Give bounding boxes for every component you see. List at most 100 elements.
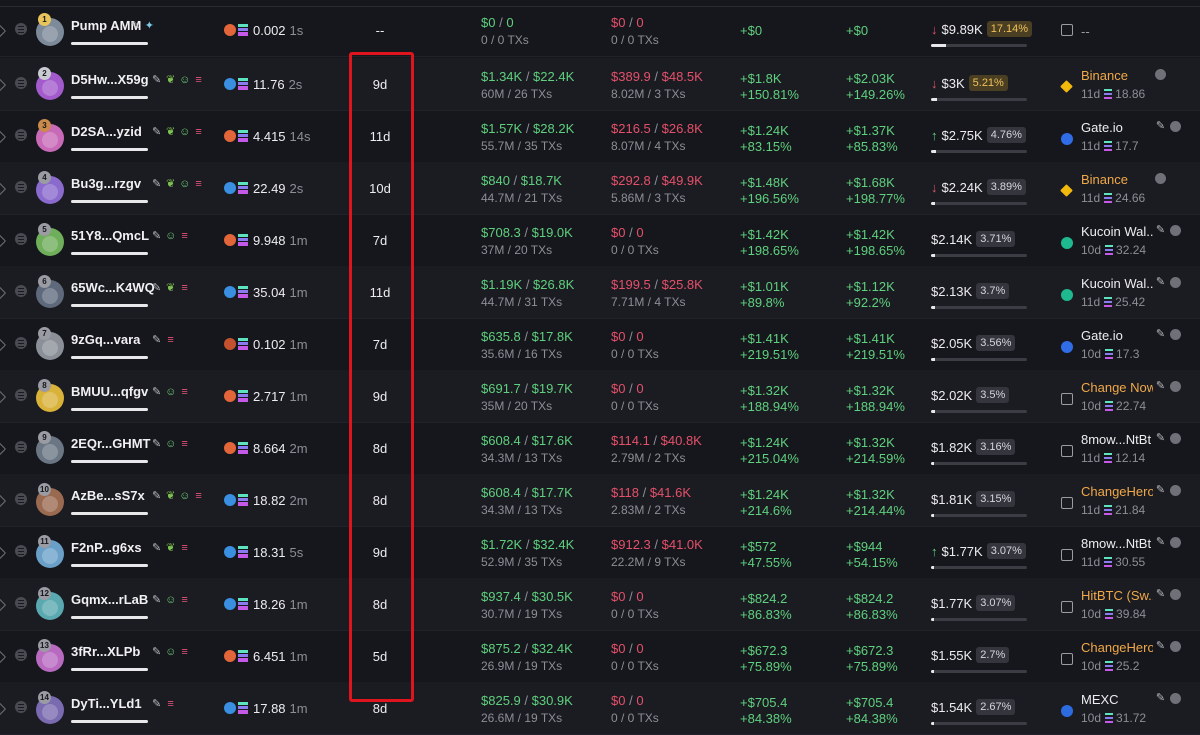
info-icon[interactable] (1155, 69, 1166, 80)
filter-icon[interactable] (0, 129, 7, 145)
filter-icon[interactable] (0, 389, 7, 405)
table-row[interactable]: 12 Gqmx...rLaB ✎ ☺ ≡ 18.26 1m 8d $937.4 / $30.5K… (0, 578, 1200, 631)
pencil-icon[interactable]: ✎ (130, 20, 141, 32)
table-row[interactable]: 10 AzBe...sS7x ✎ ❦ ☺ ≡ 18.82 2m 8d $608.4 / $17.7… (0, 474, 1200, 527)
menu-icon[interactable] (15, 701, 27, 713)
table-row[interactable]: 9 2EQr...GHMT ✎ ☺ ≡ 8.664 2m 8d $608.4 / $17.6K 3… (0, 422, 1200, 475)
funding-source[interactable]: Gate.io (1081, 120, 1123, 135)
funding-source[interactable]: Binance (1081, 172, 1128, 187)
pencil-icon[interactable]: ✎ (151, 698, 162, 710)
filter-icon[interactable] (0, 597, 7, 613)
menu-icon[interactable] (15, 285, 27, 297)
wallet-name[interactable]: Bu3g...rzgv (71, 176, 141, 191)
menu-icon[interactable] (15, 337, 27, 349)
pencil-icon[interactable]: ✎ (151, 178, 162, 190)
wallet-name[interactable]: D5Hw...X59g (71, 72, 149, 87)
wallet-name[interactable]: AzBe...sS7x (71, 488, 145, 503)
filter-icon[interactable] (0, 701, 7, 717)
wallet-name[interactable]: BMUU...qfgv (71, 384, 148, 399)
menu-icon[interactable] (15, 233, 27, 245)
info-icon[interactable] (1170, 225, 1181, 236)
table-row[interactable]: 3 D2SA...yzid ✎ ❦ ☺ ≡ 4.415 14s 11d $1.57K / $28.… (0, 110, 1200, 163)
menu-icon[interactable] (15, 77, 27, 89)
wallet-name[interactable]: DyTi...YLd1 (71, 696, 142, 711)
wallet-name[interactable]: 65Wc...K4WQ (71, 280, 155, 295)
table-row[interactable]: 13 3fRr...XLPb ✎ ☺ ≡ 6.451 1m 5d $875.2 / $32.4K… (0, 630, 1200, 683)
info-icon[interactable] (1170, 485, 1181, 496)
table-row[interactable]: 4 Bu3g...rzgv ✎ ❦ ☺ ≡ 22.49 2s 10d $840 / $18.7K 4… (0, 162, 1200, 215)
filter-icon[interactable] (0, 493, 7, 509)
table-row[interactable]: 1 Pump AMM ✎ ✦ 0.002 1s -- $0 / 00 / 0 TXs $0 / … (0, 4, 1200, 57)
info-icon[interactable] (1170, 329, 1181, 340)
pencil-icon[interactable]: ✎ (1155, 641, 1166, 652)
table-row[interactable]: 5 51Y8...QmcL ✎ ☺ ≡ 9.948 1m 7d $708.3 / $19.0K 3… (0, 214, 1200, 267)
menu-icon[interactable] (15, 493, 27, 505)
pencil-icon[interactable]: ✎ (1155, 485, 1166, 496)
filter-icon[interactable] (0, 77, 7, 93)
wallet-name[interactable]: 3fRr...XLPb (71, 644, 140, 659)
pencil-icon[interactable]: ✎ (151, 542, 162, 554)
funding-source[interactable]: 8mow...NtBt (1081, 536, 1151, 551)
filter-icon[interactable] (0, 545, 7, 561)
info-icon[interactable] (1170, 433, 1181, 444)
info-icon[interactable] (1170, 589, 1181, 600)
funding-source[interactable]: ChangeHero (1081, 484, 1153, 499)
pencil-icon[interactable]: ✎ (1155, 329, 1166, 340)
info-icon[interactable] (1170, 121, 1181, 132)
menu-icon[interactable] (15, 23, 27, 35)
pencil-icon[interactable]: ✎ (1155, 693, 1166, 704)
table-row[interactable]: 6 65Wc...K4WQ ✎ ❦ ≡ 35.04 1m 11d $1.19K / $26.8K… (0, 266, 1200, 319)
table-row[interactable]: 7 9zGq...vara ✎ ≡ 0.102 1m 7d $635.8 / $17.8K 35… (0, 318, 1200, 371)
pencil-icon[interactable]: ✎ (151, 438, 162, 450)
info-icon[interactable] (1170, 381, 1181, 392)
pencil-icon[interactable]: ✎ (1155, 381, 1166, 392)
funding-source[interactable]: HitBTC (Sw... (1081, 588, 1153, 603)
filter-icon[interactable] (0, 649, 7, 665)
wallet-name[interactable]: 9zGq...vara (71, 332, 140, 347)
menu-icon[interactable] (15, 597, 27, 609)
filter-icon[interactable] (0, 181, 7, 197)
pencil-icon[interactable]: ✎ (1155, 589, 1166, 600)
pencil-icon[interactable]: ✎ (151, 490, 162, 502)
funding-source[interactable]: ChangeHero (1081, 640, 1153, 655)
funding-source[interactable]: 8mow...NtBt (1081, 432, 1151, 447)
info-icon[interactable] (1170, 537, 1181, 548)
filter-icon[interactable] (0, 23, 7, 39)
pencil-icon[interactable]: ✎ (1155, 121, 1166, 132)
info-icon[interactable] (1170, 641, 1181, 652)
filter-icon[interactable] (0, 233, 7, 249)
menu-icon[interactable] (15, 389, 27, 401)
funding-source[interactable]: Kucoin Wal... (1081, 224, 1153, 239)
info-icon[interactable] (1170, 277, 1181, 288)
wallet-name[interactable]: F2nP...g6xs (71, 540, 142, 555)
wallet-name[interactable]: 51Y8...QmcL (71, 228, 149, 243)
filter-icon[interactable] (0, 285, 7, 301)
funding-source[interactable]: Binance (1081, 68, 1128, 83)
wallet-name[interactable]: Gqmx...rLaB (71, 592, 148, 607)
pencil-icon[interactable]: ✎ (151, 282, 162, 294)
pencil-icon[interactable]: ✎ (1155, 433, 1166, 444)
pencil-icon[interactable]: ✎ (151, 386, 162, 398)
info-icon[interactable] (1155, 173, 1166, 184)
menu-icon[interactable] (15, 649, 27, 661)
pencil-icon[interactable]: ✎ (151, 334, 162, 346)
filter-icon[interactable] (0, 337, 7, 353)
pencil-icon[interactable]: ✎ (151, 594, 162, 606)
wallet-name[interactable]: 2EQr...GHMT (71, 436, 150, 451)
pencil-icon[interactable]: ✎ (151, 646, 162, 658)
menu-icon[interactable] (15, 129, 27, 141)
pencil-icon[interactable]: ✎ (1155, 225, 1166, 236)
funding-source[interactable]: Gate.io (1081, 328, 1123, 343)
filter-icon[interactable] (0, 441, 7, 457)
pencil-icon[interactable]: ✎ (151, 126, 162, 138)
funding-source[interactable]: Kucoin Wal... (1081, 276, 1153, 291)
wallet-name[interactable]: D2SA...yzid (71, 124, 142, 139)
funding-source[interactable]: Change Now (1081, 380, 1153, 395)
table-row[interactable]: 2 D5Hw...X59g ✎ ❦ ☺ ≡ 11.76 2s 9d $1.34K / $22.4K… (0, 58, 1200, 111)
pencil-icon[interactable]: ✎ (1155, 537, 1166, 548)
menu-icon[interactable] (15, 181, 27, 193)
menu-icon[interactable] (15, 545, 27, 557)
pencil-icon[interactable]: ✎ (151, 230, 162, 242)
menu-icon[interactable] (15, 441, 27, 453)
info-icon[interactable] (1170, 693, 1181, 704)
